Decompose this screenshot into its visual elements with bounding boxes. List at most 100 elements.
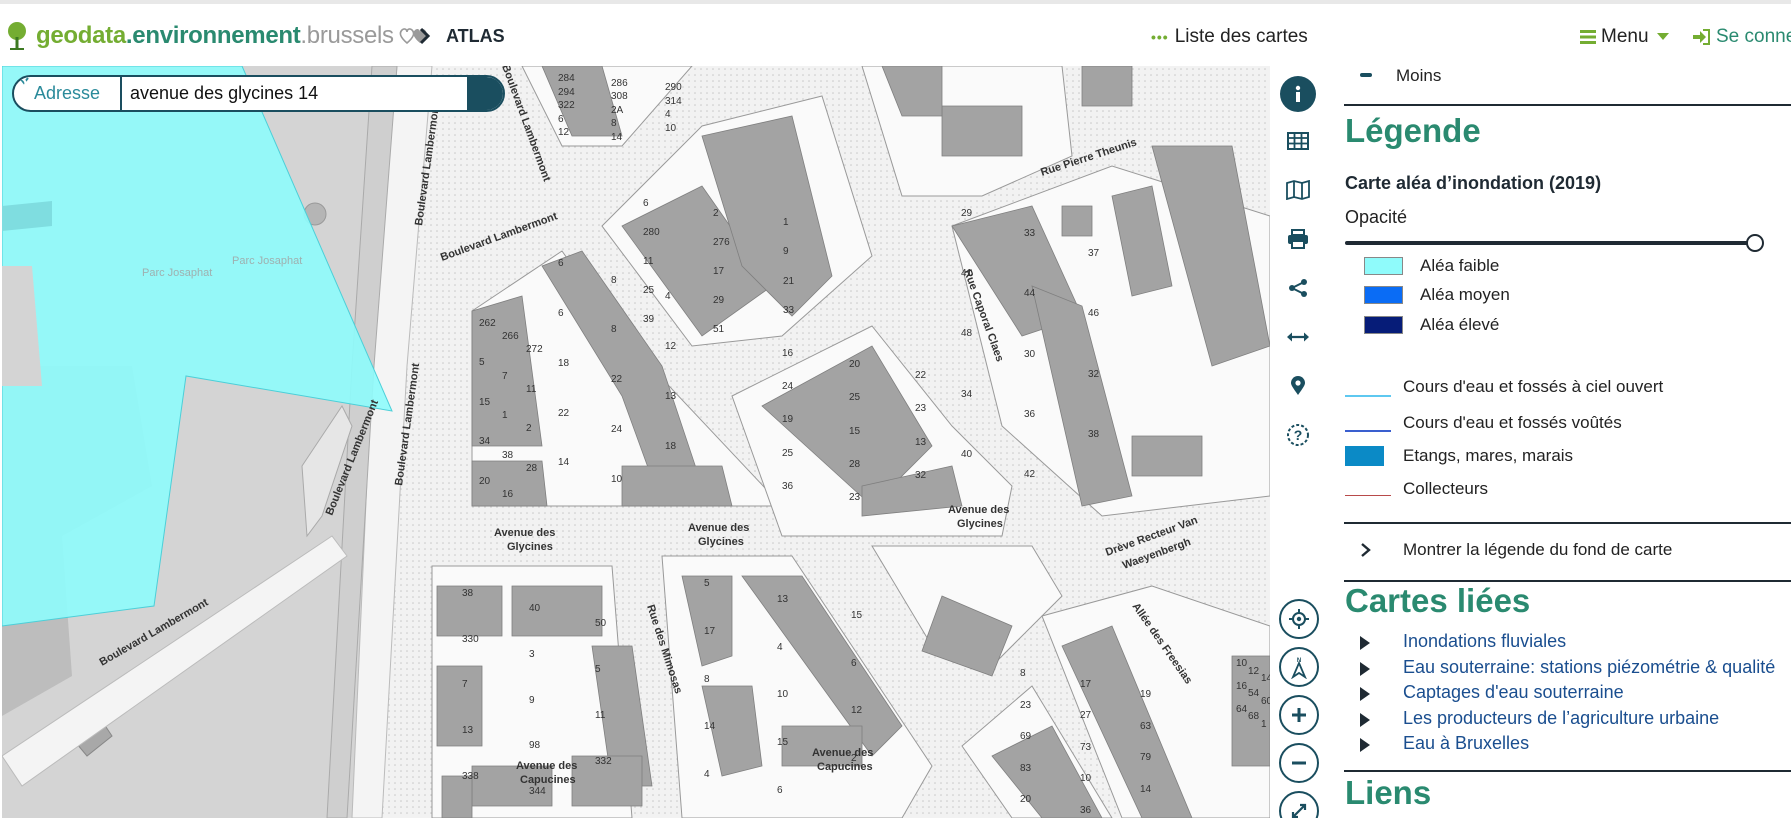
house-number: 23: [1020, 700, 1032, 711]
location-tool-button[interactable]: [1280, 368, 1316, 404]
opacity-slider-handle[interactable]: [1746, 234, 1765, 252]
house-number: 21: [783, 276, 795, 287]
brand-part-brussels: .brussels: [300, 22, 394, 49]
sign-in-icon: [1693, 29, 1710, 45]
house-number: 332: [595, 756, 612, 767]
compass-button[interactable]: N: [1279, 647, 1319, 687]
search-type-select[interactable]: Adresse: [14, 77, 122, 110]
legend-heading: Légende: [1345, 112, 1481, 149]
login-label: Se connecter: [1716, 26, 1791, 47]
breadcrumb-chevron-icon: [419, 27, 431, 45]
house-number: 44: [1024, 288, 1036, 299]
login-link[interactable]: Se connecter: [1692, 26, 1791, 48]
house-number: 42: [1024, 469, 1036, 480]
related-link-captages[interactable]: Captages d'eau souterraine: [1403, 682, 1624, 703]
bullet-icon: [1360, 662, 1370, 676]
house-number: 22: [558, 408, 570, 419]
locate-icon: [1289, 609, 1309, 629]
links-heading: Liens: [1345, 774, 1432, 811]
map-canvas[interactable]: Parc Josaphat Parc Josaphat Boulevard La…: [2, 66, 1270, 818]
legend-label-low: Aléa faible: [1420, 256, 1500, 275]
legend-line-open-water: [1345, 395, 1391, 397]
fullscreen-icon: [1291, 803, 1307, 818]
related-link-eau-bruxelles[interactable]: Eau à Bruxelles: [1403, 733, 1529, 754]
table-tool-button[interactable]: [1280, 123, 1316, 159]
house-number: 5: [479, 357, 485, 368]
dots-icon: •••: [1151, 29, 1169, 45]
house-number: 8: [611, 324, 617, 335]
house-number: 46: [1088, 308, 1100, 319]
measure-tool-button[interactable]: [1280, 319, 1316, 355]
house-number: 32: [915, 470, 927, 481]
park-label: Parc Josaphat: [142, 267, 212, 279]
search-type-label: Adresse: [33, 83, 101, 103]
house-number: 38: [502, 450, 514, 461]
house-number: 13: [665, 391, 677, 402]
house-number: 24: [611, 424, 623, 435]
house-number: 40: [961, 449, 973, 460]
related-link-inondations[interactable]: Inondations fluviales: [1403, 631, 1566, 652]
house-number: 13: [462, 725, 474, 736]
zoom-out-button[interactable]: [1279, 743, 1319, 783]
house-number: 338: [462, 771, 479, 782]
house-number: 19: [782, 414, 794, 425]
house-number: 322: [558, 100, 575, 111]
help-tool-button[interactable]: ?: [1280, 417, 1316, 453]
street-label: Glycines: [507, 541, 553, 553]
house-number: 17: [713, 266, 725, 277]
map-list-label: Liste des cartes: [1174, 26, 1308, 47]
house-number: 8: [611, 275, 617, 286]
house-number: 33: [1024, 228, 1036, 239]
share-tool-button[interactable]: [1280, 270, 1316, 306]
house-number: 344: [529, 786, 546, 797]
house-number: 15: [777, 737, 789, 748]
collapse-moins-button[interactable]: Moins: [1396, 66, 1441, 86]
house-number: 34: [961, 389, 973, 400]
locate-button[interactable]: [1279, 599, 1319, 639]
site-logo[interactable]: geodata.environnement.brussels: [4, 18, 430, 54]
related-link-eau-souterraine[interactable]: Eau souterraine: stations piézométrie & …: [1403, 657, 1775, 678]
house-number: 8: [611, 118, 617, 129]
house-number: 276: [713, 237, 730, 248]
map-tool-button[interactable]: [1280, 172, 1316, 208]
house-number: 10: [777, 689, 789, 700]
house-number: 22: [611, 374, 623, 385]
map-list-link[interactable]: ••• Liste des cartes: [1151, 26, 1308, 48]
house-number: 33: [783, 305, 795, 316]
search-icon: [14, 77, 30, 93]
house-number: 20: [479, 476, 491, 487]
street-label: Capucines: [817, 761, 873, 773]
breadcrumb-atlas[interactable]: ATLAS: [446, 26, 505, 47]
street-label: Avenue des: [812, 747, 873, 759]
house-number: 20: [1020, 794, 1032, 805]
basemap-legend-toggle[interactable]: Montrer la légende du fond de carte: [1403, 540, 1672, 560]
house-number: 294: [558, 87, 575, 98]
house-number: 73: [1080, 742, 1092, 753]
info-tool-button[interactable]: [1280, 76, 1316, 112]
print-tool-button[interactable]: [1280, 221, 1316, 257]
related-link-agriculture[interactable]: Les producteurs de l’agriculture urbaine: [1403, 708, 1719, 729]
house-number: 36: [1080, 805, 1092, 816]
app-header: geodata.environnement.brussels ATLAS •••…: [0, 4, 1791, 66]
fullscreen-button[interactable]: [1279, 791, 1319, 818]
search-button[interactable]: [14, 77, 503, 110]
opacity-slider-track[interactable]: [1345, 241, 1755, 245]
address-search-input[interactable]: [122, 77, 467, 110]
house-number: 266: [502, 331, 519, 342]
house-number: 10: [1080, 773, 1092, 784]
zoom-in-button[interactable]: [1279, 695, 1319, 735]
menu-button[interactable]: Menu: [1580, 26, 1669, 48]
layer-title: Carte aléa d’inondation (2019): [1345, 173, 1602, 193]
house-number: 79: [1140, 752, 1152, 763]
house-number: 83: [1020, 763, 1032, 774]
legend-label-covered-water: Cours d'eau et fossés voûtés: [1403, 413, 1622, 432]
house-number: 16: [782, 348, 794, 359]
menu-label: Menu: [1601, 26, 1649, 47]
help-icon: ?: [1287, 424, 1309, 446]
house-number: 2A: [611, 105, 624, 116]
house-number: 37: [1088, 248, 1100, 259]
svg-text:?: ?: [1294, 427, 1303, 443]
bullet-icon: [1360, 713, 1370, 727]
house-number: 15: [851, 610, 863, 621]
house-number: 12: [558, 127, 570, 138]
